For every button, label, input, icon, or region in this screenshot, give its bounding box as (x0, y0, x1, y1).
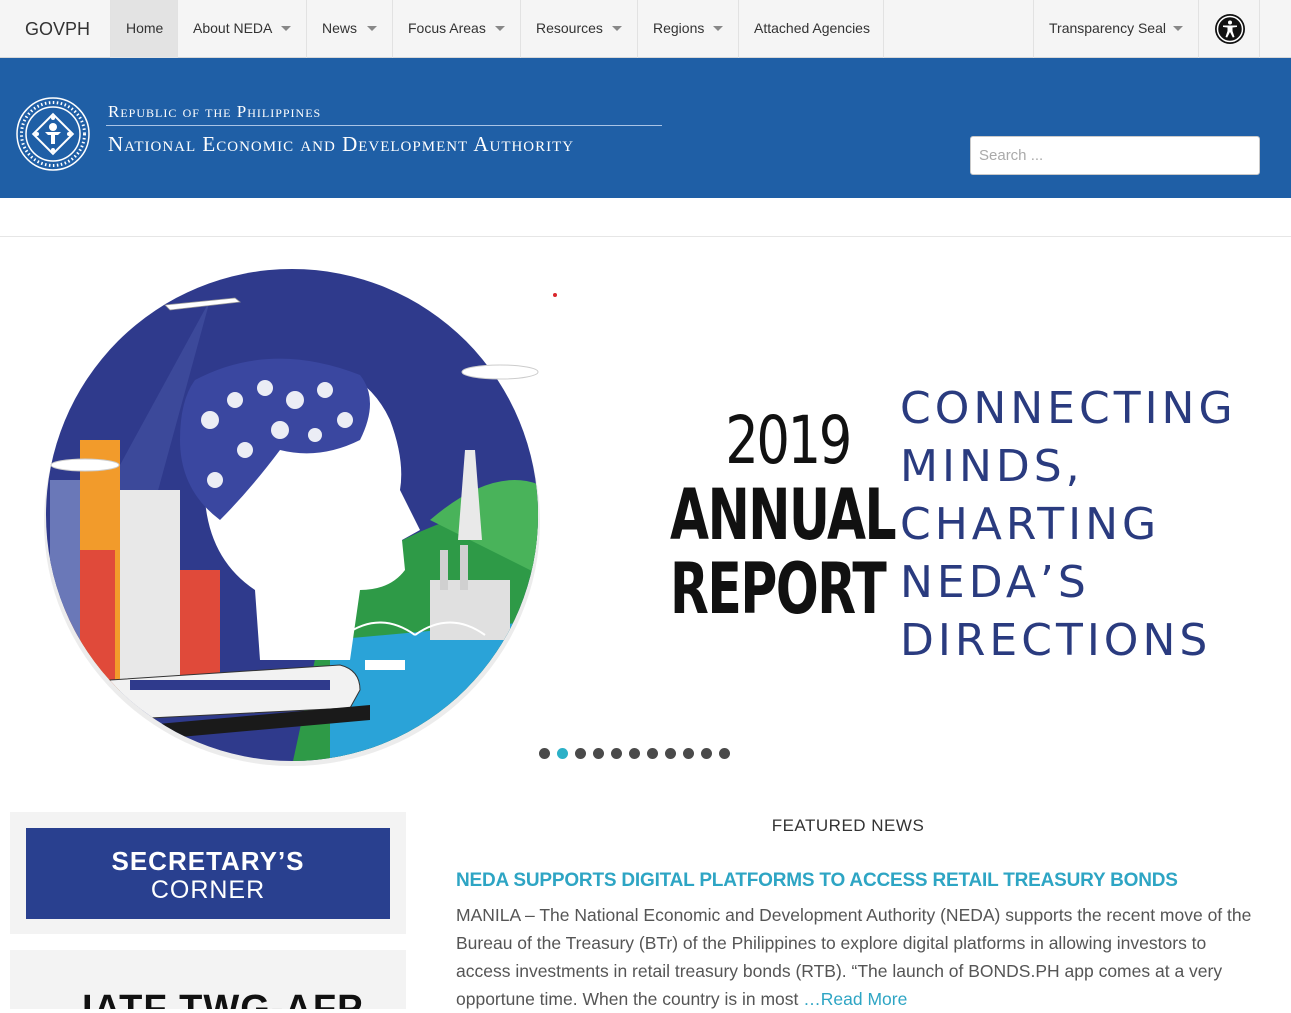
tagline-line: CHARTING (900, 499, 1161, 550)
nav-news-label: News (322, 20, 358, 36)
nav-attached-agencies[interactable]: Attached Agencies (738, 0, 884, 58)
nav-regions[interactable]: Regions (637, 0, 739, 58)
nav-home-label: Home (126, 20, 164, 36)
read-more-link[interactable]: …Read More (803, 989, 907, 1009)
authority-heading: National Economic and Development Author… (108, 132, 575, 156)
slide-title: ANNUAL REPORT (670, 474, 897, 630)
slide-title-line1: ANNUAL (670, 474, 897, 556)
slider-dot-7[interactable] (647, 748, 658, 759)
slider-dot-9[interactable] (683, 748, 694, 759)
nav-transparency-seal[interactable]: Transparency Seal (1033, 0, 1199, 58)
nav-regions-label: Regions (653, 20, 705, 36)
slide-tagline: CONNECTING MINDS, CHARTING NEDA’S DIRECT… (900, 380, 1237, 670)
nav-about-neda[interactable]: About NEDA (177, 0, 307, 58)
govph-link[interactable]: GOVPH (0, 0, 110, 58)
red-dot (553, 293, 557, 297)
nav-news[interactable]: News (306, 0, 393, 58)
secretary-line1: SECRETARY’S (111, 846, 305, 876)
slide-year: 2019 (725, 402, 852, 479)
chevron-down-icon (495, 26, 505, 31)
slider-dot-4[interactable] (593, 748, 604, 759)
neda-seal-logo[interactable] (15, 96, 91, 172)
republic-heading: Republic of the Philippines (108, 102, 322, 121)
chevron-down-icon (713, 26, 723, 31)
tagline-line: DIRECTIONS (900, 615, 1212, 666)
secretary-line2: CORNER (150, 876, 266, 904)
section-divider (0, 236, 1291, 237)
annual-report-illustration (30, 260, 560, 775)
nav-focus-areas[interactable]: Focus Areas (392, 0, 521, 58)
nav-home[interactable]: Home (110, 0, 178, 58)
search-input[interactable] (970, 136, 1260, 175)
slider-dot-5[interactable] (611, 748, 622, 759)
tagline-line: MINDS, (900, 441, 1084, 492)
nav-transparency-seal-label: Transparency Seal (1049, 20, 1166, 36)
nav-about-neda-label: About NEDA (193, 20, 273, 36)
iatf-banner-text: IATF TWG-AFP (82, 988, 364, 1009)
accessibility-button[interactable] (1198, 0, 1260, 58)
slide-title-line2: REPORT (670, 548, 887, 630)
chevron-down-icon (281, 26, 291, 31)
slider-dot-11[interactable] (719, 748, 730, 759)
nav-attached-agencies-label: Attached Agencies (754, 20, 870, 36)
news-excerpt: MANILA – The National Economic and Devel… (456, 901, 1256, 1013)
tagline-line: NEDA’S (900, 557, 1090, 608)
nav-resources[interactable]: Resources (520, 0, 638, 58)
news-headline-link[interactable]: NEDA SUPPORTS DIGITAL PLATFORMS TO ACCES… (456, 870, 1178, 892)
nav-resources-label: Resources (536, 20, 603, 36)
top-navigation-bar: GOVPH Home About NEDA News Focus Areas R… (0, 0, 1291, 58)
accessibility-icon (1215, 14, 1245, 44)
slider-dot-10[interactable] (701, 748, 712, 759)
slider-dot-8[interactable] (665, 748, 676, 759)
slider-dot-6[interactable] (629, 748, 640, 759)
header-divider (106, 125, 662, 126)
secretarys-corner-banner[interactable]: SECRETARY’S CORNER (26, 828, 390, 919)
chevron-down-icon (612, 26, 622, 31)
slider-dot-1[interactable] (539, 748, 550, 759)
slider-dot-2[interactable] (557, 748, 568, 759)
chevron-down-icon (367, 26, 377, 31)
iatf-banner[interactable]: IATF TWG-AFP (10, 950, 406, 1009)
nav-focus-areas-label: Focus Areas (408, 20, 486, 36)
site-header: Republic of the Philippines National Eco… (0, 58, 1291, 198)
featured-news-title: FEATURED NEWS (771, 816, 925, 835)
slider-dot-3[interactable] (575, 748, 586, 759)
tagline-line: CONNECTING (900, 383, 1237, 434)
chevron-down-icon (1173, 26, 1183, 31)
